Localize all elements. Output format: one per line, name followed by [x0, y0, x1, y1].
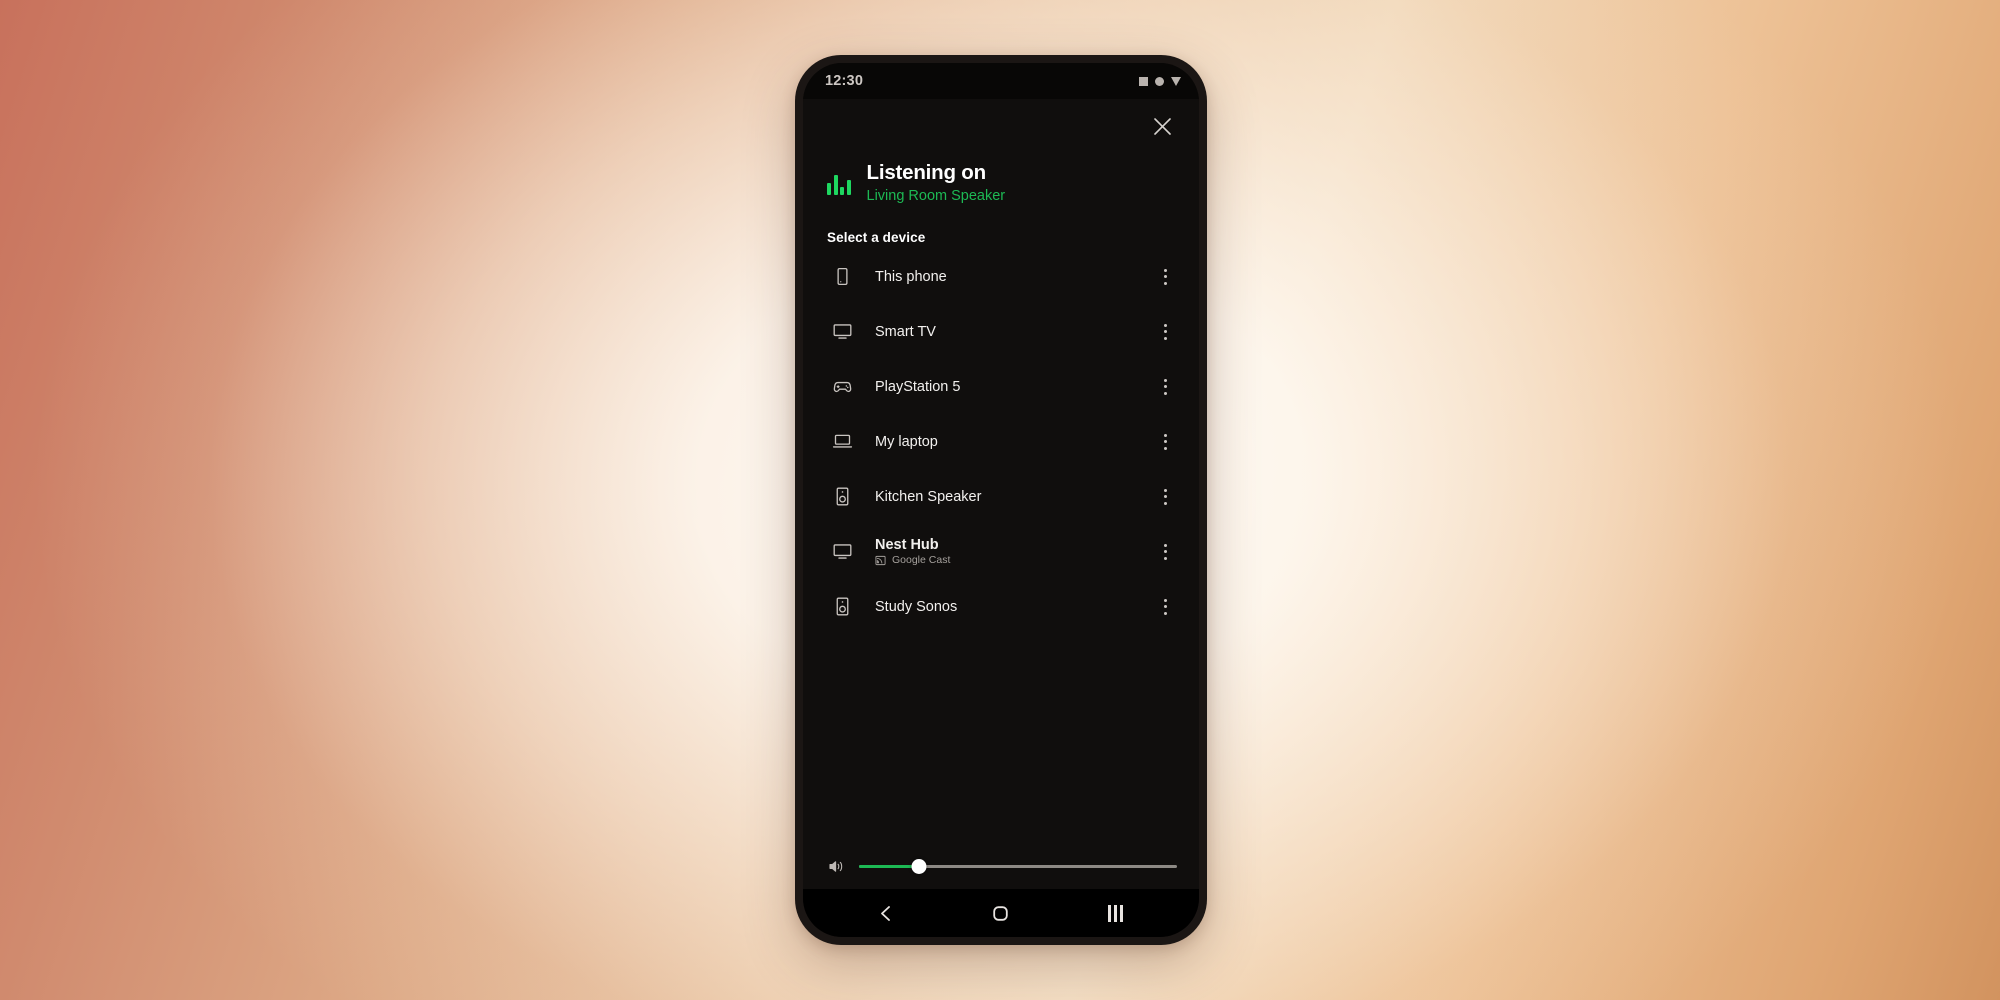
phone-screen: 12:30 Listening on Living Room Speaker S…	[803, 63, 1199, 937]
device-name: Smart TV	[875, 323, 936, 340]
phone-icon	[827, 266, 857, 287]
circle-indicator-icon	[1155, 76, 1164, 86]
device-labels: Kitchen Speaker	[857, 489, 1151, 505]
device-row[interactable]: This phone	[819, 249, 1183, 304]
back-icon[interactable]	[860, 893, 912, 933]
listening-header: Listening on Living Room Speaker	[819, 153, 1183, 208]
device-row[interactable]: Smart TV	[819, 304, 1183, 359]
square-indicator-icon	[1139, 76, 1148, 86]
device-labels: Nest Hub Google Cast	[857, 537, 1151, 566]
device-subtitle-label: Google Cast	[892, 554, 951, 566]
device-labels: This phone	[857, 269, 1151, 285]
overflow-menu-icon[interactable]	[1151, 598, 1179, 615]
device-name: PlayStation 5	[875, 378, 961, 395]
gamepad-icon	[827, 376, 857, 397]
device-row[interactable]: Nest Hub Google Cast	[819, 524, 1183, 579]
device-name: Study Sonos	[875, 598, 958, 615]
device-row[interactable]: Kitchen Speaker	[819, 469, 1183, 524]
device-row[interactable]: My laptop	[819, 414, 1183, 469]
close-icon[interactable]	[1147, 111, 1177, 141]
page-background: 12:30 Listening on Living Room Speaker S…	[0, 0, 2000, 1000]
overflow-menu-icon[interactable]	[1151, 268, 1179, 285]
device-name: Kitchen Speaker	[875, 488, 982, 505]
status-bar-icons	[1139, 76, 1181, 86]
phone-frame: 12:30 Listening on Living Room Speaker S…	[795, 55, 1207, 945]
page-title: Listening on	[866, 161, 987, 184]
device-list: This phone Smart TV PlayStation 5 My laptop…	[819, 249, 1183, 851]
overflow-menu-icon[interactable]	[1151, 323, 1179, 340]
triangle-indicator-icon	[1171, 76, 1181, 86]
device-labels: Smart TV	[857, 324, 1151, 340]
speaker-icon	[827, 596, 857, 617]
overflow-menu-icon[interactable]	[1151, 433, 1179, 450]
device-labels: PlayStation 5	[857, 379, 1151, 395]
home-icon[interactable]	[975, 893, 1027, 933]
tv-icon	[827, 321, 857, 342]
select-a-device-label: Select a device	[827, 230, 926, 245]
volume-fill	[859, 864, 920, 868]
device-name: Nest Hub	[875, 537, 939, 553]
android-nav-bar	[803, 889, 1199, 937]
volume-row	[819, 851, 1183, 889]
speaker-icon	[827, 486, 857, 507]
volume-icon	[829, 860, 845, 873]
laptop-icon	[827, 431, 857, 452]
overflow-menu-icon[interactable]	[1151, 378, 1179, 395]
listening-header-text: Listening on Living Room Speaker	[867, 161, 1006, 204]
device-row[interactable]: PlayStation 5	[819, 359, 1183, 414]
device-labels: Study Sonos	[857, 599, 1151, 615]
status-bar-time: 12:30	[825, 73, 864, 89]
tv-icon	[827, 541, 857, 562]
volume-slider[interactable]	[859, 857, 1177, 875]
device-subtitle: Google Cast	[875, 554, 1151, 566]
device-name: This phone	[875, 268, 947, 285]
close-row	[819, 99, 1183, 153]
status-bar: 12:30	[803, 63, 1199, 99]
device-labels: My laptop	[857, 434, 1151, 450]
overflow-menu-icon[interactable]	[1151, 543, 1179, 560]
volume-thumb[interactable]	[911, 858, 927, 874]
equalizer-icon	[827, 171, 851, 195]
google-cast-icon	[875, 555, 886, 566]
recents-icon[interactable]	[1090, 893, 1142, 933]
device-row[interactable]: Study Sonos	[819, 579, 1183, 634]
active-device-label: Living Room Speaker	[866, 188, 1006, 204]
overflow-menu-icon[interactable]	[1151, 488, 1179, 505]
connect-sheet: Listening on Living Room Speaker Select …	[803, 99, 1199, 889]
device-name: My laptop	[875, 433, 938, 450]
